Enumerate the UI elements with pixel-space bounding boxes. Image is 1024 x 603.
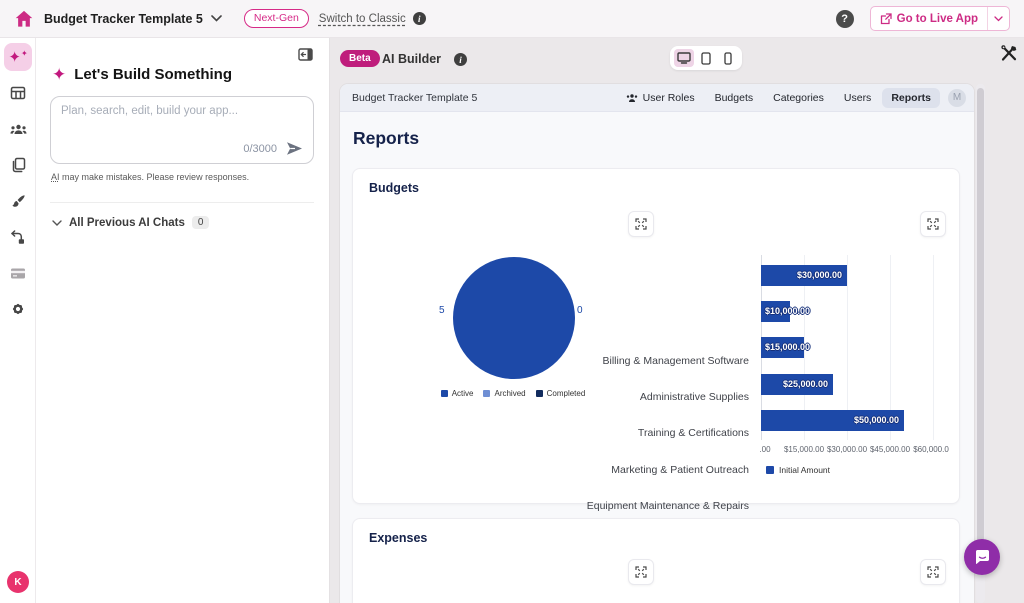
credit-card-icon [10,267,26,280]
collapse-panel-icon[interactable] [298,48,313,61]
mobile-icon [724,52,732,65]
sparkle-icon: ✦ [52,66,66,83]
chat-bubble-icon [974,549,991,566]
table-icon [10,85,26,101]
app-title: Budget Tracker Template 5 [44,12,203,26]
dev-tools-icon[interactable] [1000,44,1020,64]
rail-item-pages[interactable] [4,151,32,179]
device-preview-toggles [670,46,742,70]
category-label: Administrative Supplies [357,387,749,408]
rail-item-styles[interactable] [4,187,32,215]
previous-chats-count-badge: 0 [192,216,210,229]
preview-scrollbar[interactable] [976,84,985,603]
classic-info-icon[interactable]: i [413,12,426,25]
users-group-icon [10,122,27,137]
divider [50,202,314,203]
tablet-view-button[interactable] [696,49,716,67]
scrollbar-thumb[interactable] [977,88,984,558]
mobile-view-button[interactable] [718,49,738,67]
bar-admin-supplies[interactable]: $10,000.00 [761,301,790,322]
sparkles-icon: ✦✦ [8,50,27,65]
copy-pages-icon [11,157,26,173]
budgets-card: Budgets 5 0 Active Archived Completed Bi… [352,168,960,504]
tablet-icon [701,52,711,65]
app-preview-frame: Budget Tracker Template 5 User Roles Bud… [340,84,974,603]
category-label: Equipment Maintenance & Repairs [357,496,749,517]
gear-icon [10,301,26,317]
nav-item-user-roles[interactable]: User Roles [617,88,704,108]
preview-nav: User Roles Budgets Categories Users Repo… [617,88,966,108]
left-icon-rail: ✦✦ [0,38,36,603]
next-gen-badge: Next-Gen [244,9,309,28]
bar-training[interactable]: $15,000.00 [761,337,804,358]
previous-chats-label: All Previous AI Chats [69,217,185,229]
panel-heading: Let's Build Something [74,66,232,83]
builder-title: AI Builder [382,52,441,66]
preview-user-avatar[interactable]: M [948,89,966,107]
bar-x-axis: .00 $15,000.00 $30,000.00 $45,000.00 $60… [761,445,934,457]
bar-marketing[interactable]: $25,000.00 [761,374,833,395]
maximize-icon [927,566,939,578]
previous-chats-toggle[interactable]: All Previous AI Chats 0 [52,216,209,229]
bar-category-labels: Billing & Management Software Administra… [363,255,755,440]
maximize-icon [635,566,647,578]
switch-to-classic-link[interactable]: Switch to Classic [319,13,406,25]
top-bar: Budget Tracker Template 5 Next-Gen Switc… [0,0,1024,38]
expenses-card-title: Expenses [369,531,427,545]
nav-item-reports[interactable]: Reports [882,88,940,108]
ai-chat-panel: ✦ Let's Build Something 0/3000 AI may ma… [36,38,330,603]
chevron-down-icon [52,220,62,226]
bar-equipment[interactable]: $50,000.00 [761,410,904,431]
rail-item-workflows[interactable] [4,223,32,251]
live-app-caret[interactable] [987,7,1009,30]
user-roles-icon [626,93,638,103]
beta-badge: Beta [340,50,380,67]
account-avatar[interactable]: K [7,571,29,593]
nav-item-budgets[interactable]: Budgets [706,88,763,108]
paintbrush-icon [11,194,26,209]
go-to-live-app-label: Go to Live App [897,13,978,25]
expand-bar-chart-button[interactable] [920,211,946,237]
external-link-icon [880,13,892,25]
ai-disclaimer: AI may make mistakes. Please review resp… [51,172,249,182]
expand-expenses-left-button[interactable] [628,559,654,585]
app-switcher-chevron-icon[interactable] [211,15,222,22]
go-to-live-app-button[interactable]: Go to Live App [870,6,1010,31]
preview-app-header: Budget Tracker Template 5 User Roles Bud… [340,84,974,112]
budgets-card-title: Budgets [369,181,419,195]
expand-expenses-right-button[interactable] [920,559,946,585]
bar-legend[interactable]: Initial Amount [683,465,913,475]
expenses-card: Expenses [352,518,960,603]
expand-pie-chart-button[interactable] [628,211,654,237]
category-label: Billing & Management Software [357,351,749,372]
nav-item-categories[interactable]: Categories [764,88,833,108]
nav-item-users[interactable]: Users [835,88,880,108]
chat-launcher-button[interactable] [964,539,1000,575]
maximize-icon [635,218,647,230]
budgets-bar-chart[interactable]: $30,000.00 $10,000.00 $15,000.00 $25,000… [761,255,934,440]
send-icon[interactable] [286,141,303,156]
builder-info-icon[interactable]: i [454,53,467,66]
rail-item-billing[interactable] [4,259,32,287]
home-icon[interactable] [12,7,36,31]
preview-app-name: Budget Tracker Template 5 [352,92,477,104]
desktop-view-button[interactable] [674,49,694,67]
bar-billing[interactable]: $30,000.00 [761,265,847,286]
ai-prompt-input[interactable] [61,105,301,139]
app-root: Budget Tracker Template 5 Next-Gen Switc… [0,0,1024,603]
rail-item-ai-builder[interactable]: ✦✦ [4,43,32,71]
ai-prompt-box: 0/3000 [50,96,314,164]
desktop-icon [677,52,691,64]
page-title: Reports [353,128,419,149]
maximize-icon [927,218,939,230]
category-label: Training & Certifications [357,423,749,444]
rail-item-settings[interactable] [4,295,32,323]
char-counter: 0/3000 [243,143,277,155]
help-icon[interactable]: ? [836,10,854,28]
rail-item-users[interactable] [4,115,32,143]
rail-item-tables[interactable] [4,79,32,107]
flow-connector-icon [10,230,26,245]
